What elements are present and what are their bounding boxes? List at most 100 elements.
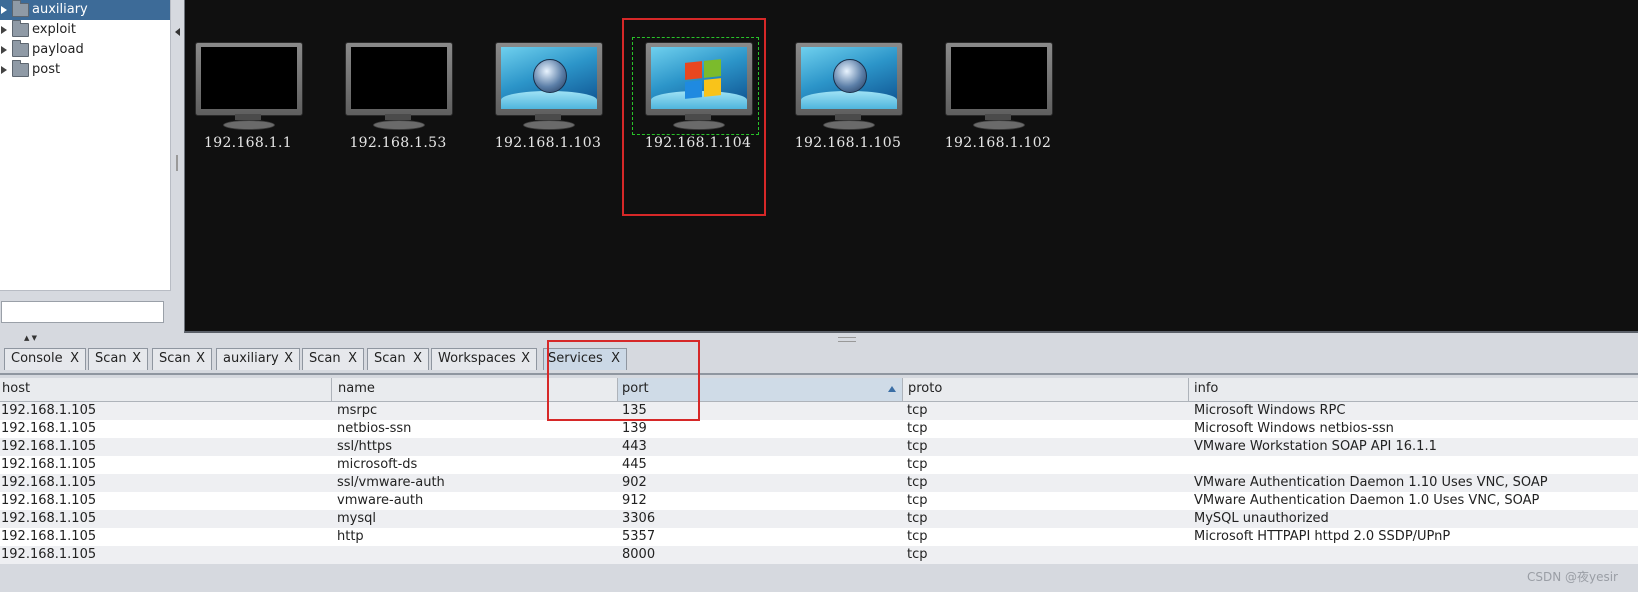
cell-info: Microsoft HTTPAPI httpd 2.0 SSDP/UPnP	[1194, 529, 1451, 544]
cell-name: netbios-ssn	[337, 421, 412, 436]
host-node[interactable]: 192.168.1.105	[795, 42, 905, 152]
sort-ascending-icon	[888, 386, 896, 392]
cell-name: ssl/vmware-auth	[337, 475, 445, 490]
cell-port: 5357	[622, 529, 656, 544]
close-icon[interactable]: X	[196, 349, 205, 369]
host-node[interactable]: 192.168.1.1	[195, 42, 305, 152]
folder-icon	[12, 20, 29, 37]
cell-info: Microsoft Windows netbios-ssn	[1194, 421, 1394, 436]
windows-monitor-icon	[795, 42, 903, 116]
close-icon[interactable]: X	[284, 349, 293, 369]
table-row[interactable]: 192.168.1.105 ssl/https 443 tcp VMware Works…	[0, 438, 1638, 456]
tab-console[interactable]: Console X	[4, 348, 86, 370]
table-row[interactable]: 192.168.1.105 mysql 3306 tcp MySQL unauthori…	[0, 510, 1638, 528]
cell-name: vmware-auth	[337, 493, 424, 508]
cell-info: Microsoft Windows RPC	[1194, 403, 1346, 418]
cell-name: msrpc	[337, 403, 378, 418]
tab-scan[interactable]: Scan X	[367, 348, 429, 370]
tab-auxiliary[interactable]: auxiliary X	[216, 348, 300, 370]
column-header-port[interactable]: port	[618, 378, 903, 401]
cell-proto: tcp	[907, 511, 928, 526]
table-row[interactable]: 192.168.1.105 ssl/vmware-auth 902 tcp VMware…	[0, 474, 1638, 492]
cell-port: 912	[622, 493, 647, 508]
table-row[interactable]: 192.168.1.105 netbios-ssn 139 tcp Microsoft …	[0, 420, 1638, 438]
split-arrows-icon[interactable]: ▲ ▼	[24, 334, 37, 342]
host-node[interactable]: 192.168.1.53	[345, 42, 455, 152]
cell-proto: tcp	[907, 475, 928, 490]
close-icon[interactable]: X	[70, 349, 79, 369]
table-row[interactable]: 192.168.1.105 http 5357 tcp Microsoft HTTPAP…	[0, 528, 1638, 546]
table-row[interactable]: 192.168.1.105 8000 tcp	[0, 546, 1638, 564]
tree-item-post[interactable]: post	[0, 60, 170, 80]
tab-scan[interactable]: Scan X	[88, 348, 148, 370]
services-table: host name port proto info 192.168.1.105 m…	[0, 378, 1638, 564]
cell-host: 192.168.1.105	[1, 547, 97, 562]
windows-monitor-icon	[495, 42, 603, 116]
table-row[interactable]: 192.168.1.105 vmware-auth 912 tcp VMware Aut…	[0, 492, 1638, 510]
tree-item-exploit[interactable]: exploit	[0, 20, 170, 40]
tab-services[interactable]: Services X	[543, 348, 627, 370]
cell-info: MySQL unauthorized	[1194, 511, 1329, 526]
tab-workspaces[interactable]: Workspaces X	[431, 348, 537, 370]
folder-icon	[12, 0, 29, 17]
split-grip[interactable]	[838, 337, 856, 342]
column-header-info[interactable]: info	[1189, 378, 1638, 401]
monitor-icon	[945, 42, 1053, 116]
tree-item-label: exploit	[32, 22, 76, 37]
expand-arrow-icon[interactable]	[1, 46, 7, 54]
cell-info: VMware Authentication Daemon 1.10 Uses V…	[1194, 475, 1548, 490]
table-row[interactable]: 192.168.1.105 microsoft-ds 445 tcp	[0, 456, 1638, 474]
host-ip-label: 192.168.1.103	[494, 135, 602, 151]
tree-item-auxiliary[interactable]: auxiliary	[0, 0, 170, 20]
cell-port: 8000	[622, 547, 656, 562]
close-icon[interactable]: X	[521, 349, 530, 369]
tab-scan[interactable]: Scan X	[152, 348, 212, 370]
cell-host: 192.168.1.105	[1, 475, 97, 490]
cell-host: 192.168.1.105	[1, 493, 97, 508]
expand-arrow-icon[interactable]	[1, 26, 7, 34]
cell-info: VMware Authentication Daemon 1.0 Uses VN…	[1194, 493, 1540, 508]
host-node[interactable]: 192.168.1.103	[495, 42, 605, 152]
host-node[interactable]: 192.168.1.102	[945, 42, 1055, 152]
cell-host: 192.168.1.105	[1, 421, 97, 436]
split-grip[interactable]	[176, 155, 178, 171]
column-header-name[interactable]: name	[332, 378, 618, 401]
cell-host: 192.168.1.105	[1, 529, 97, 544]
cell-host: 192.168.1.105	[1, 457, 97, 472]
cell-info: VMware Workstation SOAP API 16.1.1	[1194, 439, 1437, 454]
cell-name: mysql	[337, 511, 376, 526]
folder-icon	[12, 60, 29, 77]
close-icon[interactable]: X	[132, 349, 141, 369]
module-tree: auxiliary exploit payload post	[0, 0, 171, 291]
cell-proto: tcp	[907, 403, 928, 418]
monitor-icon	[345, 42, 453, 116]
tab-scan[interactable]: Scan X	[302, 348, 364, 370]
folder-icon	[12, 40, 29, 57]
cell-port: 139	[622, 421, 647, 436]
cell-proto: tcp	[907, 439, 928, 454]
column-header-proto[interactable]: proto	[903, 378, 1189, 401]
tab-bar: Console X Scan X Scan X auxiliary X Scan X Sc…	[0, 345, 1638, 375]
expand-arrow-icon[interactable]	[1, 6, 7, 14]
table-header: host name port proto info	[0, 378, 1638, 402]
cell-proto: tcp	[907, 457, 928, 472]
host-ip-label: 192.168.1.104	[644, 135, 752, 151]
host-ip-label: 192.168.1.105	[794, 135, 902, 151]
module-search-input[interactable]	[1, 301, 164, 323]
cell-proto: tcp	[907, 493, 928, 508]
close-icon[interactable]: X	[348, 349, 357, 369]
collapse-arrow-icon[interactable]	[175, 28, 180, 36]
cell-proto: tcp	[907, 421, 928, 436]
host-ip-label: 192.168.1.102	[944, 135, 1052, 151]
column-header-host[interactable]: host	[0, 378, 332, 401]
expand-arrow-icon[interactable]	[1, 66, 7, 74]
cell-name: microsoft-ds	[337, 457, 418, 472]
table-body: 192.168.1.105 msrpc 135 tcp Microsoft Window…	[0, 402, 1638, 564]
close-icon[interactable]: X	[413, 349, 422, 369]
tab-label: Scan	[309, 351, 341, 366]
table-row[interactable]: 192.168.1.105 msrpc 135 tcp Microsoft Window…	[0, 402, 1638, 420]
close-icon[interactable]: X	[611, 349, 620, 369]
tree-item-payload[interactable]: payload	[0, 40, 170, 60]
tab-label: Services	[548, 351, 603, 366]
tab-label: Console	[11, 351, 63, 366]
